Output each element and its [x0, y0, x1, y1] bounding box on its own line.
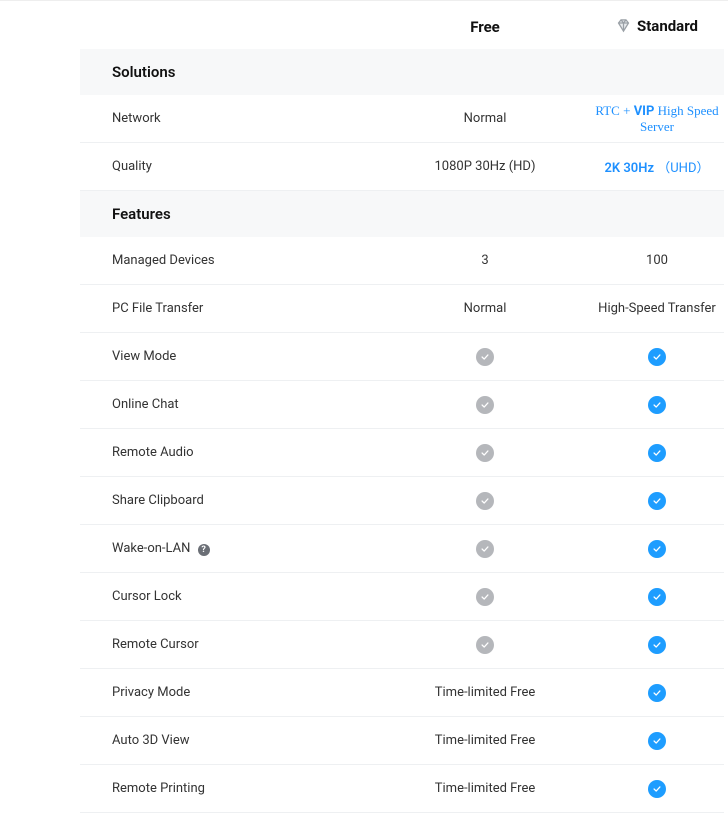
label-quality: Quality	[80, 159, 380, 174]
label-remote-audio: Remote Audio	[80, 445, 380, 460]
label-share-clipboard: Share Clipboard	[80, 493, 380, 508]
row-share-clipboard: Share Clipboard	[80, 477, 724, 525]
quality-std-main: 2K 30Hz	[604, 161, 654, 176]
plan-header-free: Free	[380, 18, 590, 36]
check-icon	[648, 636, 666, 654]
section-solutions: Solutions	[80, 49, 724, 95]
value-remotecursor-free	[380, 636, 590, 654]
diamond-icon	[616, 18, 631, 33]
value-privacy-standard	[590, 684, 724, 702]
value-auto3d-free: Time-limited Free	[380, 733, 590, 748]
row-network: Network Normal RTC + VIP High Speed Serv…	[80, 95, 724, 143]
label-view-mode: View Mode	[80, 349, 380, 364]
label-cursor-lock: Cursor Lock	[80, 589, 380, 604]
row-managed-devices: Managed Devices 3 100	[80, 237, 724, 285]
check-icon	[648, 348, 666, 366]
check-icon	[648, 780, 666, 798]
check-icon	[476, 636, 494, 654]
value-quality-free: 1080P 30Hz (HD)	[380, 159, 590, 174]
row-view-mode: View Mode	[80, 333, 724, 381]
check-icon	[648, 492, 666, 510]
row-cursor-lock: Cursor Lock	[80, 573, 724, 621]
row-privacy-mode: Privacy Mode Time-limited Free	[80, 669, 724, 717]
value-managed-standard: 100	[590, 253, 724, 268]
check-icon	[648, 684, 666, 702]
check-icon	[648, 396, 666, 414]
value-auto3d-standard	[590, 732, 724, 750]
plan-header-row: Free Standard	[80, 5, 724, 49]
plan-header-standard-label: Standard	[637, 17, 698, 35]
section-features: Features	[80, 191, 724, 237]
check-icon	[476, 588, 494, 606]
row-remote-cursor: Remote Cursor	[80, 621, 724, 669]
label-file-transfer: PC File Transfer	[80, 301, 380, 316]
value-wol-standard	[590, 540, 724, 558]
value-clipboard-standard	[590, 492, 724, 510]
label-remote-printing: Remote Printing	[80, 781, 380, 796]
label-privacy-mode: Privacy Mode	[80, 685, 380, 700]
network-std-prefix: RTC +	[595, 103, 633, 118]
row-remote-audio: Remote Audio	[80, 429, 724, 477]
value-clipboard-free	[380, 492, 590, 510]
row-quality: Quality 1080P 30Hz (HD) 2K 30Hz （UHD）	[80, 143, 724, 191]
label-online-chat: Online Chat	[80, 397, 380, 412]
plan-header-standard: Standard	[590, 17, 724, 38]
value-chat-free	[380, 396, 590, 414]
value-network-free: Normal	[380, 111, 590, 126]
value-printing-free: Time-limited Free	[380, 781, 590, 796]
value-cursorlock-standard	[590, 588, 724, 606]
row-file-transfer: PC File Transfer Normal High-Speed Trans…	[80, 285, 724, 333]
row-online-chat: Online Chat	[80, 381, 724, 429]
check-icon	[648, 540, 666, 558]
value-remotecursor-standard	[590, 636, 724, 654]
value-quality-standard[interactable]: 2K 30Hz （UHD）	[590, 157, 724, 176]
label-managed-devices: Managed Devices	[80, 253, 380, 268]
label-network: Network	[80, 111, 380, 126]
check-icon	[476, 348, 494, 366]
row-wake-on-lan: Wake-on-LAN ?	[80, 525, 724, 573]
value-transfer-free: Normal	[380, 301, 590, 316]
check-icon	[476, 444, 494, 462]
value-printing-standard	[590, 780, 724, 798]
check-icon	[648, 732, 666, 750]
row-remote-printing: Remote Printing Time-limited Free	[80, 765, 724, 813]
network-std-bold: VIP	[634, 104, 655, 119]
value-viewmode-standard	[590, 348, 724, 366]
check-icon	[476, 540, 494, 558]
value-audio-free	[380, 444, 590, 462]
label-wake-on-lan: Wake-on-LAN ?	[80, 541, 380, 557]
value-privacy-free: Time-limited Free	[380, 685, 590, 700]
label-auto-3d-view: Auto 3D View	[80, 733, 380, 748]
quality-std-paren: （UHD）	[657, 161, 709, 176]
check-icon	[648, 444, 666, 462]
value-viewmode-free	[380, 348, 590, 366]
value-cursorlock-free	[380, 588, 590, 606]
value-network-standard[interactable]: RTC + VIP High Speed Server	[590, 103, 724, 135]
row-auto-3d-view: Auto 3D View Time-limited Free	[80, 717, 724, 765]
check-icon	[476, 396, 494, 414]
check-icon	[648, 588, 666, 606]
value-audio-standard	[590, 444, 724, 462]
info-icon[interactable]: ?	[198, 544, 210, 556]
value-wol-free	[380, 540, 590, 558]
check-icon	[476, 492, 494, 510]
label-remote-cursor: Remote Cursor	[80, 637, 380, 652]
value-managed-free: 3	[380, 253, 590, 268]
value-chat-standard	[590, 396, 724, 414]
value-transfer-standard: High-Speed Transfer	[590, 301, 724, 316]
